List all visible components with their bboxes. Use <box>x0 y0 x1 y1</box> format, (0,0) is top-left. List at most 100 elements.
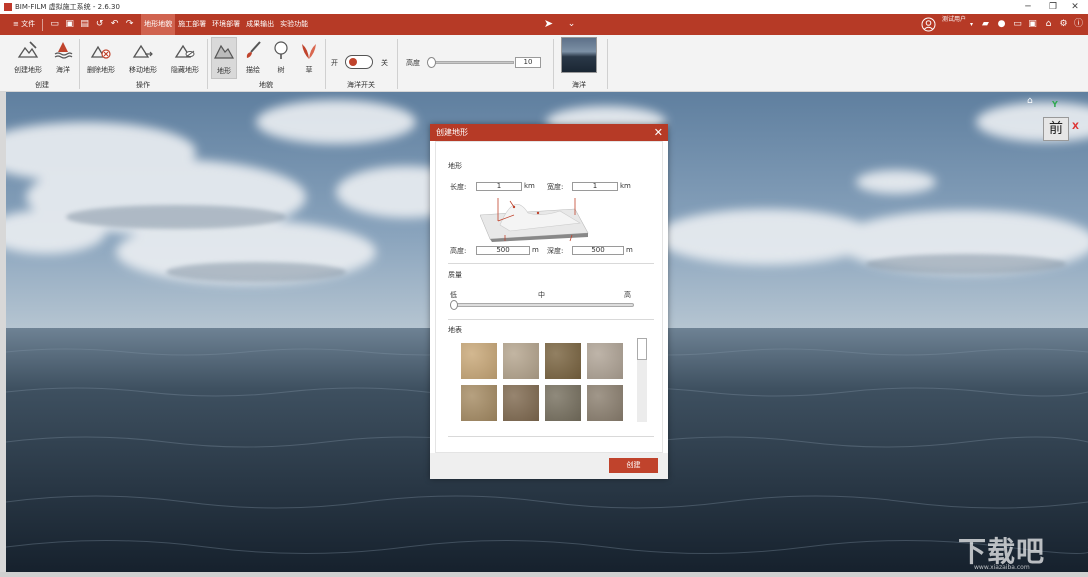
tab-experimental[interactable]: 实验功能 <box>277 14 311 35</box>
home-icon[interactable]: ⌂ <box>1043 19 1054 30</box>
length-label: 长度: <box>450 183 467 191</box>
menu-bar: ≡ 文件 ▭ ▣ ▤ ↺ ↶ ↷ 地形地貌 施工部署 环境部署 成果输出 实验功… <box>0 14 1088 35</box>
chevron-down-icon[interactable]: ⌄ <box>566 19 577 30</box>
ribbon-toolbar: 创建地形 海洋 创建 删除地形 移动地形 隐藏地形 操作 地形 描绘 树 草 地… <box>0 35 1088 92</box>
view-cube-front[interactable]: 前 <box>1043 117 1069 141</box>
move-terrain-label: 移动地形 <box>129 66 157 74</box>
bell-icon[interactable]: ● <box>996 19 1007 30</box>
ocean-button[interactable]: 海洋 <box>50 37 76 79</box>
ocean-preview-thumbnail[interactable] <box>561 37 597 73</box>
surface-texture-swatch[interactable] <box>461 343 497 379</box>
length-unit: km <box>524 182 535 190</box>
quality-slider[interactable] <box>450 300 634 310</box>
height-slider[interactable] <box>427 57 514 68</box>
depth-input[interactable]: 500 <box>572 246 624 255</box>
title-bar: BIM-FILM 虚拟施工系统 - 2.6.30 ─ ❐ ✕ <box>0 0 1088 14</box>
paintbrush-icon <box>246 41 261 58</box>
surface-texture-swatch[interactable] <box>587 343 623 379</box>
paint-tool-button[interactable]: 描绘 <box>240 37 266 79</box>
ocean-toggle[interactable] <box>345 55 373 69</box>
tab-terrain[interactable]: 地形地貌 <box>141 14 176 35</box>
create-terrain-dialog: 创建地形 ✕ 地形 长度: 1 km 宽度: 1 km 高度: 500 m 深度… <box>430 124 668 479</box>
toggle-off-label: 关 <box>381 59 388 67</box>
surface-texture-swatch[interactable] <box>461 385 497 421</box>
group-divider <box>553 39 554 89</box>
tab-output[interactable]: 成果输出 <box>243 14 277 35</box>
terrain-diagram <box>480 198 589 242</box>
delete-terrain-button[interactable]: 删除地形 <box>83 37 119 79</box>
ocean-label: 海洋 <box>56 66 70 74</box>
dialog-title-bar: 创建地形 ✕ <box>430 124 668 141</box>
toggle-on-label: 开 <box>331 59 338 67</box>
move-terrain-icon <box>132 44 153 58</box>
group-divider <box>397 39 398 89</box>
section-divider <box>448 319 654 320</box>
info-icon[interactable]: ⓘ <box>1073 19 1084 30</box>
section-divider <box>448 263 654 264</box>
length-input[interactable]: 1 <box>476 182 522 191</box>
group-divider <box>325 39 326 89</box>
create-terrain-label: 创建地形 <box>14 66 42 74</box>
dialog-footer: 创建 <box>430 453 668 479</box>
tree-tool-button[interactable]: 树 <box>269 37 293 79</box>
history-icon[interactable]: ↺ <box>94 19 105 30</box>
view-home-icon[interactable]: ⌂ <box>1027 96 1033 106</box>
hide-terrain-button[interactable]: 隐藏地形 <box>167 37 203 79</box>
save-as-icon[interactable]: ▤ <box>79 19 90 30</box>
group-divider <box>607 39 608 89</box>
watermark-url: www.xiazaiba.com <box>974 564 1030 571</box>
user-name[interactable]: 测试用户 <box>940 16 968 24</box>
terrain-height-input[interactable]: 500 <box>476 246 530 255</box>
quality-low-label: 低 <box>450 291 457 299</box>
open-folder-icon[interactable]: ▭ <box>49 19 60 30</box>
quality-mid-label: 中 <box>538 291 545 299</box>
close-window-button[interactable]: ✕ <box>1064 0 1086 14</box>
send-icon[interactable]: ➤ <box>543 18 554 29</box>
tab-construction[interactable]: 施工部署 <box>175 14 209 35</box>
surface-texture-swatch[interactable] <box>503 343 539 379</box>
create-terrain-button[interactable]: 创建地形 <box>10 37 46 79</box>
group-divider <box>79 39 80 89</box>
terrain-tool-button[interactable]: 地形 <box>211 37 237 79</box>
height-label: 高度: <box>450 247 467 255</box>
user-dropdown-icon[interactable]: ▾ <box>966 19 977 30</box>
chat-icon[interactable]: ▰ <box>980 19 991 30</box>
file-menu[interactable]: ≡ 文件 <box>10 14 38 35</box>
terrain-label: 地形 <box>217 67 231 75</box>
delete-terrain-icon <box>90 45 111 59</box>
monitor-icon[interactable]: ▭ <box>1012 19 1023 30</box>
tree-icon <box>274 41 288 59</box>
maximize-button[interactable]: ❐ <box>1042 0 1064 14</box>
height-slider-thumb[interactable] <box>427 57 436 68</box>
dialog-close-icon[interactable]: ✕ <box>654 124 663 141</box>
group-ocean-switch-label: 海洋开关 <box>347 81 375 89</box>
redo-icon[interactable]: ↷ <box>124 19 135 30</box>
undo-icon[interactable]: ↶ <box>109 19 120 30</box>
axis-y-label: Y <box>1052 100 1058 109</box>
surface-texture-swatch[interactable] <box>545 343 581 379</box>
texture-scrollbar[interactable] <box>637 338 647 422</box>
width-unit: km <box>620 182 631 190</box>
create-button[interactable]: 创建 <box>609 458 658 473</box>
terrain-icon <box>214 44 235 59</box>
user-avatar-icon[interactable] <box>921 17 936 32</box>
height-label: 高度 <box>406 59 420 67</box>
texture-scrollbar-thumb[interactable] <box>637 338 647 360</box>
height-input[interactable]: 10 <box>515 57 541 68</box>
grass-tool-button[interactable]: 草 <box>297 37 321 79</box>
width-input[interactable]: 1 <box>572 182 618 191</box>
gear-icon[interactable]: ⚙ <box>1058 19 1069 30</box>
surface-texture-swatch[interactable] <box>545 385 581 421</box>
quality-slider-thumb[interactable] <box>450 300 458 310</box>
tab-environment[interactable]: 环境部署 <box>209 14 243 35</box>
move-terrain-button[interactable]: 移动地形 <box>125 37 161 79</box>
terrain-section-title: 地形 <box>448 162 462 170</box>
window-icon[interactable]: ▣ <box>1027 19 1038 30</box>
minimize-button[interactable]: ─ <box>1017 0 1039 14</box>
section-divider <box>448 436 654 437</box>
save-icon[interactable]: ▣ <box>64 19 75 30</box>
axis-x-label: X <box>1072 122 1079 132</box>
delete-terrain-label: 删除地形 <box>87 66 115 74</box>
surface-texture-swatch[interactable] <box>503 385 539 421</box>
surface-texture-swatch[interactable] <box>587 385 623 421</box>
